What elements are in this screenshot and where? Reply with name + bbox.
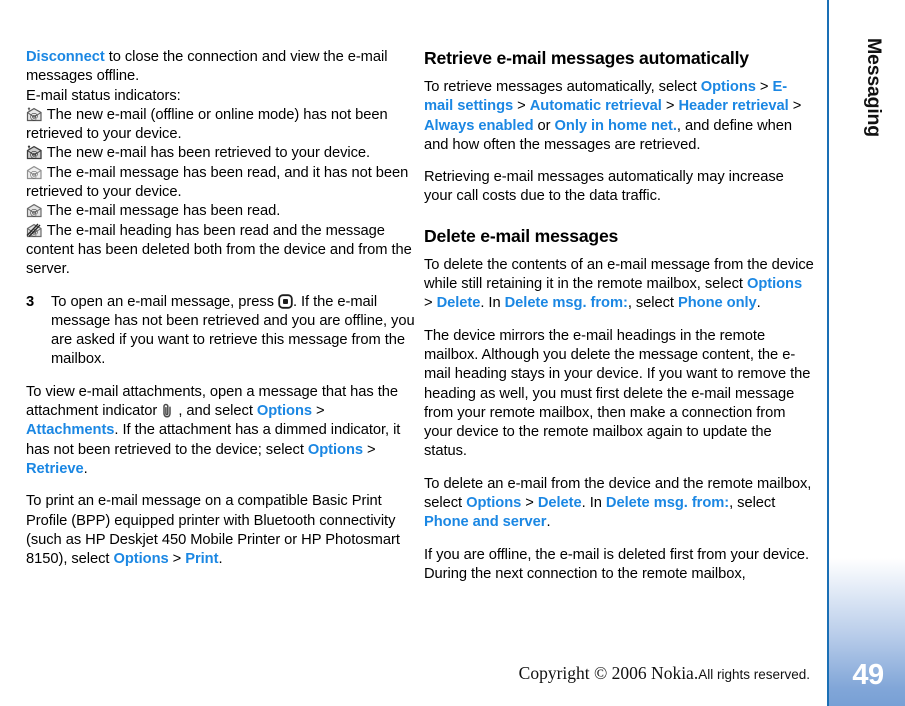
status-indicator-row: @ The e-mail heading has been read and t… (26, 222, 416, 280)
menu-item-delete: Delete (537, 495, 582, 512)
menu-item-print: Print (185, 551, 219, 568)
menu-separator: > (788, 98, 802, 115)
status-indicator-row: @ The e-mail message has been read. (26, 202, 416, 221)
page-number: 49 (852, 659, 884, 691)
menu-item-options: Options (256, 403, 313, 420)
svg-text:@: @ (30, 209, 38, 219)
right-text-column: Retrieve e-mail messages automatically T… (424, 48, 814, 597)
menu-separator: > (363, 441, 376, 458)
paperclip-icon (161, 403, 174, 418)
menu-item-options: Options (746, 276, 803, 293)
delete-both-text-2: . In (581, 495, 606, 512)
menu-item-automatic-retrieval: Automatic retrieval (529, 98, 662, 115)
copyright-text: Copyright © 2006 Nokia. (518, 663, 699, 683)
menu-separator: > (168, 551, 186, 568)
delete-text-3: , select (627, 295, 678, 312)
heading-retrieve-automatically: Retrieve e-mail messages automatically (424, 48, 749, 68)
email-heading-deleted-icon: @ (26, 223, 43, 238)
email-read-icon: @ (26, 203, 43, 218)
new-email-not-retrieved-icon: @ (26, 107, 43, 122)
menu-item-phone-and-server: Phone and server (424, 514, 547, 531)
delete-text-4: . (756, 295, 761, 312)
menu-item-delete: Delete (436, 295, 481, 312)
svg-text:@: @ (30, 170, 38, 180)
step-text-before: To open an e-mail message, press (51, 293, 278, 310)
auto-text-1: To retrieve messages automatically, sele… (424, 79, 701, 95)
attachments-text-2: , and select (174, 403, 257, 420)
auto-retrieve-cost-note: Retrieving e-mail messages automatically… (424, 169, 784, 205)
status-indicator-row: @ The e-mail message has been read, and … (26, 164, 416, 203)
chapter-sidebar: Messaging 49 (827, 0, 905, 706)
auto-retrieve-paragraph: To retrieve messages automatically, sele… (424, 78, 814, 155)
step-number: 3 (26, 293, 35, 310)
new-email-retrieved-icon: @ (26, 145, 43, 160)
menu-item-options: Options (307, 441, 364, 458)
scroll-key-icon (278, 293, 293, 309)
chapter-title: Messaging (863, 38, 885, 137)
menu-item-retrieve: Retrieve (26, 460, 84, 477)
offline-delete-paragraph: If you are offline, the e-mail is delete… (424, 546, 810, 582)
status-indicator-text: The e-mail message has been read. (46, 203, 281, 220)
page-number-tab: 49 (829, 558, 905, 706)
status-indicator-text: The e-mail message has been read, and it… (26, 164, 409, 201)
disconnect-paragraph: Disconnect to close the connection and v… (26, 48, 416, 87)
manual-page: Disconnect to close the connection and v… (0, 0, 905, 706)
menu-item-attachments: Attachments (26, 422, 115, 439)
print-text-2: . (218, 551, 223, 568)
attachments-paragraph: To view e-mail attachments, open a messa… (26, 383, 416, 479)
menu-item-phone-only: Phone only (678, 295, 757, 312)
menu-separator: > (312, 403, 325, 420)
print-paragraph: To print an e-mail message on a compatib… (26, 492, 416, 569)
menu-separator: > (661, 98, 679, 115)
delete-text-2: . In (480, 295, 505, 312)
status-indicator-row: @ The new e-mail has been retrieved to y… (26, 144, 416, 163)
status-indicators-heading: E-mail status indicators: (26, 87, 181, 104)
menu-item-options: Options (113, 551, 169, 568)
status-indicator-text: The e-mail heading has been read and the… (26, 222, 412, 278)
menu-item-delete-msg-from: Delete msg. from: (605, 495, 730, 512)
left-text-column: Disconnect to close the connection and v… (26, 48, 416, 582)
menu-separator: > (513, 98, 530, 115)
delete-both-text-3: , select (729, 495, 776, 512)
page-footer: Copyright © 2006 Nokia.All rights reserv… (0, 663, 810, 684)
numbered-step-3: 3 To open an e-mail message, press . If t… (26, 293, 416, 370)
menu-item-options: Options (700, 79, 756, 95)
svg-text:@: @ (30, 151, 38, 161)
menu-separator: > (424, 295, 437, 312)
menu-separator: > (521, 495, 538, 512)
svg-text:@: @ (30, 112, 38, 122)
menu-item-disconnect: Disconnect (26, 49, 105, 65)
menu-item-options: Options (466, 495, 522, 512)
email-read-not-retrieved-icon: @ (26, 165, 43, 180)
mirror-headings-paragraph: The device mirrors the e-mail headings i… (424, 327, 811, 460)
rights-text: All rights reserved. (698, 667, 810, 682)
delete-both-paragraph: To delete an e-mail from the device and … (424, 475, 814, 533)
status-indicator-row: @ The new e-mail (offline or online mode… (26, 106, 416, 145)
menu-item-header-retrieval: Header retrieval (678, 98, 789, 115)
menu-separator: > (755, 79, 773, 95)
delete-both-text-4: . (546, 514, 551, 531)
status-indicator-text: The new e-mail (offline or online mode) … (26, 106, 388, 143)
menu-item-only-in-home-net: Only in home net. (554, 117, 677, 134)
attachments-text-4: . (83, 460, 88, 477)
delete-contents-paragraph: To delete the contents of an e-mail mess… (424, 256, 814, 314)
menu-item-always-enabled: Always enabled (424, 117, 534, 134)
conjunction-or: or (533, 117, 555, 134)
heading-delete-email-messages: Delete e-mail messages (424, 225, 619, 246)
menu-item-delete-msg-from: Delete msg. from: (504, 295, 628, 312)
status-indicator-text: The new e-mail has been retrieved to you… (46, 145, 371, 162)
